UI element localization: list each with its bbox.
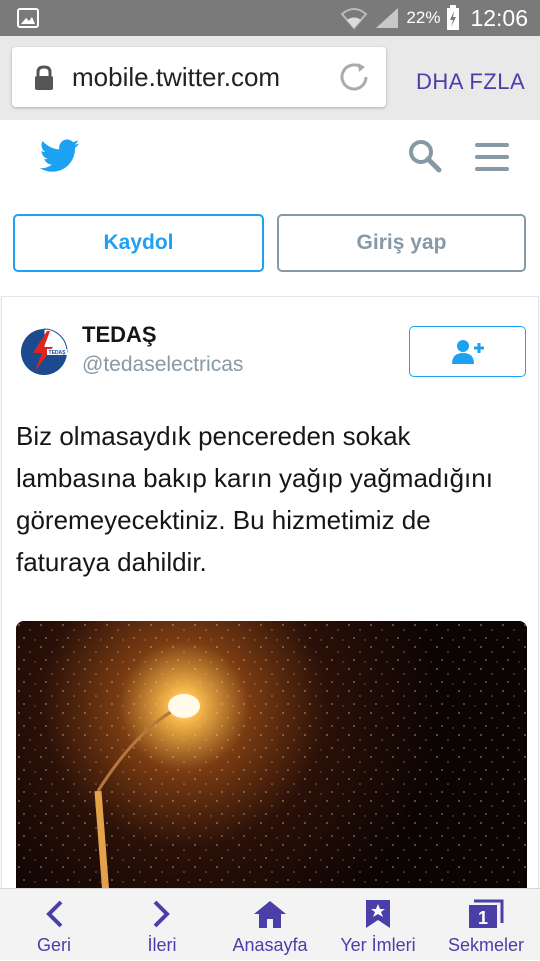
tabs-button[interactable]: 1 Sekmeler: [436, 889, 536, 961]
forward-label: İleri: [147, 935, 177, 955]
browser-menu-button[interactable]: DHA FZLA: [416, 69, 525, 95]
home-label: Anasayfa: [232, 935, 308, 955]
chevron-right-icon: [153, 900, 170, 928]
battery-percent: 22%: [406, 8, 441, 27]
tweet-container: TEDAŞ TEDAŞ @tedaselectricas Biz olmasay…: [0, 296, 540, 888]
back-button[interactable]: Geri: [4, 889, 104, 961]
follow-button[interactable]: [409, 326, 526, 377]
auth-buttons: Kaydol Giriş yap: [0, 196, 540, 296]
tab-count: 1: [478, 908, 488, 928]
tweet-photo[interactable]: [16, 621, 527, 888]
home-button[interactable]: Anasayfa: [220, 889, 320, 961]
tweet-author-name[interactable]: TEDAŞ: [82, 322, 157, 348]
tweet-text: Biz olmasaydık pencereden sokak lambasın…: [16, 421, 493, 577]
battery-charging-icon: [447, 5, 460, 30]
add-user-icon: [451, 339, 484, 364]
forward-button[interactable]: İleri: [112, 889, 212, 961]
signup-button[interactable]: Kaydol: [13, 214, 264, 272]
browser-bottom-toolbar: Geri İleri Anasayfa Yer İmleri 1 Sekmele…: [0, 888, 540, 960]
bookmarks-label: Yer İmleri: [340, 935, 416, 955]
twitter-header: [0, 120, 540, 196]
tabs-icon: 1: [469, 899, 504, 928]
hamburger-menu-icon[interactable]: [473, 140, 511, 174]
twitter-bird-icon[interactable]: [40, 138, 80, 174]
home-icon: [254, 901, 286, 928]
search-icon[interactable]: [407, 138, 443, 174]
status-bar: 22% 12:06: [0, 0, 540, 36]
tweet-author-handle[interactable]: @tedaselectricas: [82, 353, 243, 377]
gallery-notification-icon: [17, 8, 39, 28]
lock-icon: [35, 65, 53, 90]
tabs-label: Sekmeler: [447, 935, 525, 955]
url-text[interactable]: mobile.twitter.com: [72, 62, 280, 93]
back-label: Geri: [36, 935, 71, 955]
signal-icon: [376, 8, 399, 28]
address-bar[interactable]: mobile.twitter.com: [12, 47, 386, 107]
wifi-icon: [340, 8, 368, 30]
svg-text:TEDAŞ: TEDAŞ: [49, 350, 67, 356]
avatar[interactable]: TEDAŞ: [17, 325, 71, 379]
login-button[interactable]: Giriş yap: [277, 214, 526, 272]
reload-icon[interactable]: [336, 59, 372, 95]
chevron-left-icon: [46, 900, 63, 928]
bookmarks-button[interactable]: Yer İmleri: [328, 889, 428, 961]
bookmark-star-icon: [366, 900, 390, 928]
clock: 12:06: [470, 4, 528, 31]
browser-toolbar: mobile.twitter.com DHA FZLA: [0, 36, 540, 120]
tweet-card[interactable]: TEDAŞ TEDAŞ @tedaselectricas Biz olmasay…: [1, 296, 539, 888]
